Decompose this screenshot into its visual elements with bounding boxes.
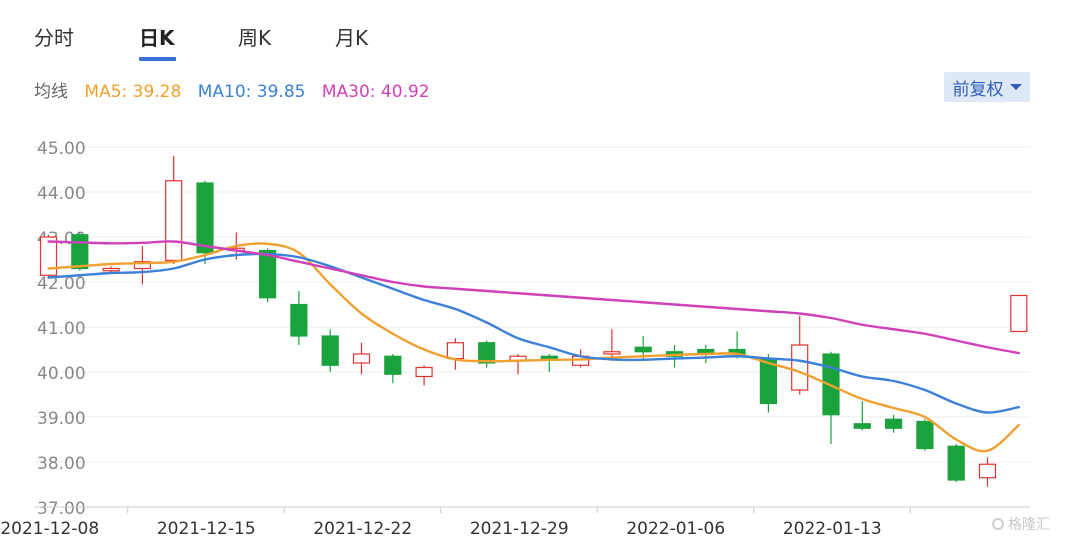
- candlestick-chart: 45.0044.0043.0042.0041.0040.0039.0038.00…: [0, 139, 1030, 539]
- candle-body: [947, 445, 965, 481]
- y-tick-label: 40.00: [37, 364, 86, 384]
- candle-body: [165, 180, 183, 262]
- ma5-line: [47, 242, 1020, 453]
- y-tick-label: 45.00: [37, 139, 86, 159]
- candle-up: [415, 365, 433, 386]
- candle-down: [290, 291, 308, 345]
- candle-up: [165, 156, 183, 264]
- candle-body: [791, 344, 809, 391]
- logo-icon: [992, 518, 1004, 530]
- candle-body: [603, 351, 621, 355]
- candle-up: [1010, 294, 1028, 333]
- x-tick-label: 2021-12-08: [0, 519, 99, 539]
- candle-body: [259, 249, 277, 299]
- candle-down: [916, 419, 934, 451]
- y-tick-label: 41.00: [37, 319, 86, 339]
- y-tick-label: 38.00: [37, 454, 86, 474]
- candle-up: [791, 315, 809, 395]
- candle-down: [947, 444, 965, 483]
- x-tick-label: 2022-01-06: [626, 519, 725, 539]
- y-axis-labels: 45.0044.0043.0042.0041.0040.0039.0038.00…: [37, 139, 86, 519]
- x-tick-label: 2021-12-15: [157, 519, 256, 539]
- candle-up: [446, 338, 464, 370]
- candle-up: [509, 354, 527, 375]
- candle-body: [321, 335, 339, 366]
- y-tick-label: 37.00: [37, 499, 86, 519]
- candle-down: [196, 180, 214, 264]
- candle-body: [1010, 294, 1028, 333]
- candle-down: [853, 401, 871, 431]
- candle-body: [352, 353, 371, 364]
- candle-up: [133, 246, 151, 285]
- candle-body: [853, 423, 871, 429]
- candle-body: [102, 267, 120, 272]
- candle-body: [634, 346, 652, 353]
- x-tick-label: 2022-01-13: [783, 519, 882, 539]
- candle-up: [603, 329, 621, 361]
- candle-body: [446, 342, 464, 360]
- x-tick-label: 2021-12-29: [470, 519, 569, 539]
- candles: [39, 156, 1028, 487]
- ma10-line: [47, 252, 1020, 414]
- candle-body: [415, 366, 433, 378]
- candle-down: [321, 329, 339, 372]
- candle-body: [384, 355, 402, 375]
- candle-down: [478, 340, 496, 368]
- candle-body: [196, 182, 214, 254]
- y-tick-label: 39.00: [37, 409, 86, 429]
- candle-body: [978, 463, 997, 479]
- candle-body: [290, 303, 308, 337]
- candle-body: [540, 355, 558, 360]
- candle-body: [916, 420, 934, 450]
- y-tick-label: 44.00: [37, 184, 86, 204]
- candle-down: [540, 354, 558, 372]
- watermark: 格隆汇: [992, 514, 1050, 534]
- x-tick-label: 2021-12-22: [313, 519, 412, 539]
- candle-body: [71, 234, 89, 270]
- x-axis: 2021-12-08 2021-12-15 2021-12-22 2021-12-29…: [0, 506, 1030, 539]
- candle-body: [884, 418, 903, 429]
- moving-average-lines: [47, 240, 1020, 453]
- watermark-text: 格隆汇: [1008, 517, 1050, 533]
- candle-down: [384, 354, 402, 384]
- candle-up: [352, 342, 371, 375]
